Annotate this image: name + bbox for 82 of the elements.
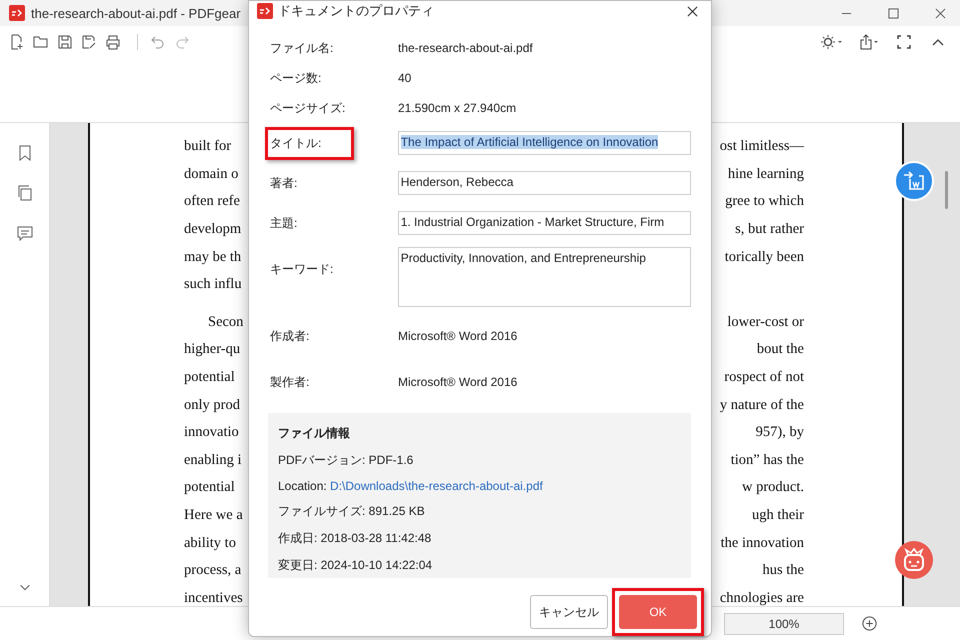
page-text: hine learning (728, 166, 804, 183)
window-title: the-research-about-ai.pdf - PDFgear (31, 6, 241, 20)
property-value: Microsoft® Word 2016 (398, 329, 518, 343)
new-file-icon[interactable] (9, 34, 25, 50)
page-text: developm (184, 221, 242, 238)
comment-icon[interactable] (16, 225, 32, 241)
page-text: y nature of the (720, 396, 804, 414)
page-text: torically been (724, 248, 804, 266)
close-icon[interactable] (935, 8, 946, 18)
input-field[interactable]: The Impact of Artificial Intelligence on Innovation (398, 131, 691, 155)
property-value: 40 (398, 71, 412, 85)
page-text: domain o (184, 166, 238, 183)
input-field[interactable]: 1. Industrial Organization - Market Structure, Firm (398, 211, 691, 235)
text-area[interactable]: Productivity, Innovation, and Entrepreneurship (398, 247, 691, 307)
field-label: ファイル名: (269, 40, 334, 56)
page-text: rospect of not (724, 369, 804, 386)
page-text: only prod (184, 396, 240, 414)
zoom-field[interactable]: 100% (724, 612, 844, 634)
page-text: innovatio (184, 424, 239, 442)
section-heading: ファイル情報 (278, 425, 351, 442)
save-as-icon[interactable] (81, 34, 97, 50)
field-label: ページ数: (269, 70, 322, 86)
folder-icon[interactable] (33, 34, 49, 50)
page-text: the innovation (720, 534, 804, 552)
app-logo-icon (257, 3, 273, 19)
page-text: ugh their (752, 507, 804, 524)
theme-icon[interactable] (820, 34, 844, 50)
page-text: Here we a (184, 507, 243, 524)
ai-robot-icon[interactable] (894, 540, 934, 580)
location-link[interactable]: D:\Downloads\the-research-about-ai.pdf (330, 479, 543, 493)
page-text: process, a (184, 562, 242, 580)
field-label: 作成者: (269, 328, 310, 344)
property-value: the-research-about-ai.pdf (398, 41, 533, 55)
property-value: Microsoft® Word 2016 (398, 375, 518, 389)
scrollbar[interactable] (945, 171, 948, 209)
page-text: Secon (208, 314, 244, 331)
app-logo-icon (9, 5, 25, 21)
page-text: ost limitless— (720, 138, 804, 156)
page-text: 957), by (756, 424, 804, 442)
field-label: キーワード: (269, 261, 334, 278)
page-text: potential (184, 479, 235, 496)
undo-icon[interactable] (150, 34, 166, 50)
convert-to-word-icon[interactable] (894, 161, 934, 201)
page-text: incentives (184, 590, 243, 606)
page-text: potential (184, 369, 235, 386)
page-text: built for (184, 138, 232, 156)
dialog-button[interactable]: キャンセル (530, 595, 608, 629)
field-label: 製作者: (269, 374, 310, 390)
print-icon[interactable] (105, 34, 121, 50)
page-text: hus the (762, 562, 804, 580)
close-icon[interactable] (687, 6, 698, 16)
info-line: 変更日: 2024-10-10 14:22:04 (278, 557, 434, 574)
page-text: tion” has the (730, 452, 804, 469)
page-text: enabling i (184, 452, 242, 469)
input-field[interactable]: Henderson, Rebecca (398, 171, 691, 195)
page-text: may be th (184, 248, 242, 266)
page-text: such influ (184, 276, 242, 294)
property-value: 21.590cm x 27.940cm (398, 101, 516, 115)
zoom-in-icon[interactable] (862, 616, 877, 631)
page-text: s, but rather (735, 221, 804, 238)
fullscreen-icon[interactable] (896, 34, 912, 50)
field-label: ページサイズ: (269, 100, 346, 116)
maximize-icon[interactable] (888, 8, 899, 18)
save-icon[interactable] (57, 34, 73, 50)
info-line: 作成日: 2018-03-28 11:42:48 (278, 530, 432, 547)
page-text: ability to (184, 534, 236, 552)
page-text: gree to which (725, 193, 804, 210)
dialog-title: ドキュメントのプロパティ (278, 2, 434, 20)
info-line: ファイルサイズ: 891.25 KB (278, 503, 426, 520)
bookmark-icon[interactable] (16, 145, 32, 161)
page-text: chnologies are (720, 590, 804, 606)
field-label: タイトル: (265, 126, 354, 160)
page-text: higher-qu (184, 341, 240, 358)
info-line: Location: D:\Downloads\the-research-about-ai.pdf (278, 479, 544, 493)
field-label: 著者: (269, 174, 298, 192)
page-text: bout the (756, 341, 804, 358)
pages-icon[interactable] (16, 185, 32, 201)
field-label: 主題: (269, 214, 298, 232)
page-text: w product. (742, 479, 804, 496)
info-line: PDFバージョン: PDF-1.6 (278, 452, 414, 469)
page-text: lower-cost or (727, 314, 804, 331)
page-text: often refe (184, 193, 240, 210)
